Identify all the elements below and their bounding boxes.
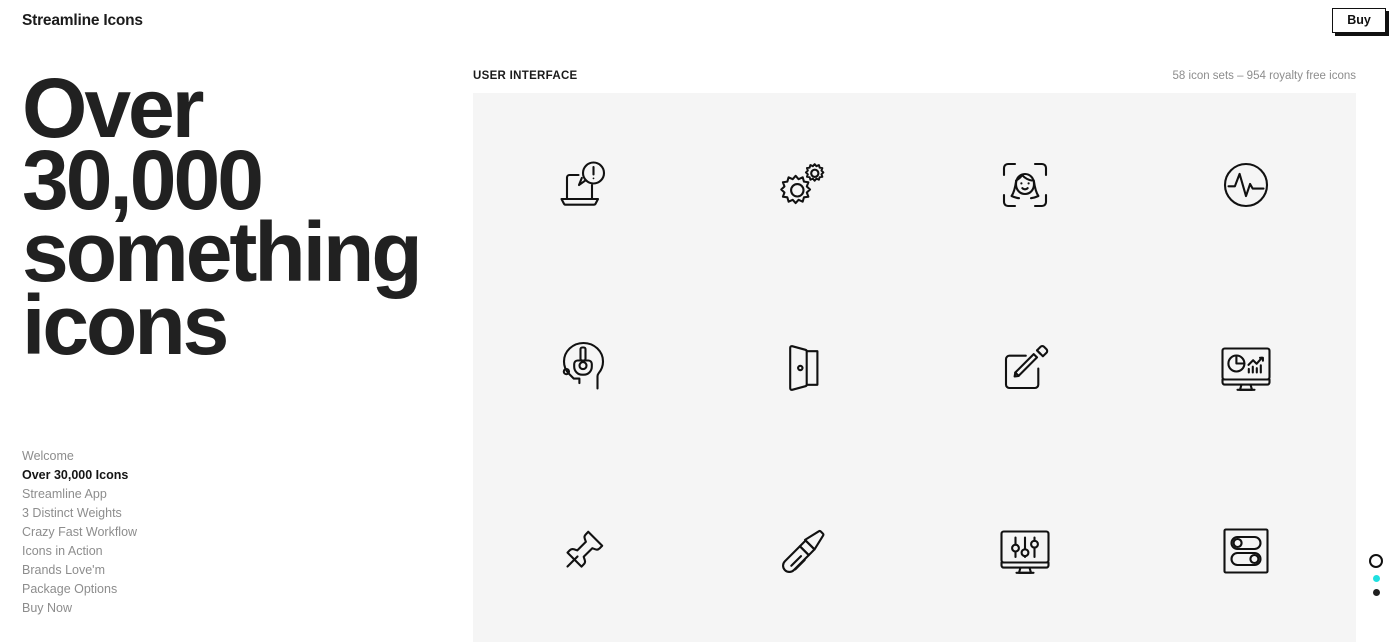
- icon-grid: [473, 93, 1356, 642]
- nav-item-brands-love-m[interactable]: Brands Love'm: [22, 561, 262, 580]
- pager-dot-2[interactable]: [1372, 575, 1380, 582]
- icon-cell-face-id[interactable]: [915, 93, 1136, 276]
- face-id-icon: [994, 154, 1056, 216]
- icon-cell-laptop-alert[interactable]: [473, 93, 694, 276]
- icon-cell-monitor-dashboard[interactable]: [1135, 276, 1356, 459]
- nav-item-welcome[interactable]: Welcome: [22, 447, 262, 466]
- nav-item-icons-in-action[interactable]: Icons in Action: [22, 542, 262, 561]
- icon-cell-edit-pencil[interactable]: [915, 276, 1136, 459]
- nav-item-3-distinct-weights[interactable]: 3 Distinct Weights: [22, 504, 262, 523]
- monitor-sliders-icon: [994, 520, 1056, 582]
- icon-cell-open-door[interactable]: [694, 276, 915, 459]
- monitor-dashboard-icon: [1215, 337, 1277, 399]
- section-nav: Welcome Over 30,000 Icons Streamline App 3 …: [22, 447, 262, 618]
- edit-pencil-icon: [994, 337, 1056, 399]
- toggle-switches-icon: [1215, 520, 1277, 582]
- icon-cell-cogs[interactable]: [694, 93, 915, 276]
- screwdriver-icon: [773, 520, 835, 582]
- icon-cell-headset-support[interactable]: [473, 276, 694, 459]
- nav-item-streamline-app[interactable]: Streamline App: [22, 485, 262, 504]
- pager-dot-3[interactable]: [1372, 589, 1380, 596]
- buy-button[interactable]: Buy: [1332, 8, 1386, 33]
- headset-support-icon: [552, 337, 614, 399]
- push-pin-icon: [552, 520, 614, 582]
- panel-category-label: USER INTERFACE: [473, 70, 578, 82]
- pulse-circle-icon: [1215, 154, 1277, 216]
- brand-title: Streamline Icons: [22, 12, 143, 29]
- icon-cell-push-pin[interactable]: [473, 459, 694, 642]
- panel-meta-label: 58 icon sets – 954 royalty free icons: [1172, 70, 1356, 82]
- pagination-dots: [1364, 554, 1388, 596]
- icon-cell-pulse-circle[interactable]: [1135, 93, 1356, 276]
- nav-item-package-options[interactable]: Package Options: [22, 580, 262, 599]
- icon-cell-screwdriver[interactable]: [694, 459, 915, 642]
- icon-cell-toggle-switches[interactable]: [1135, 459, 1356, 642]
- page-title: Over 30,000 something icons: [22, 61, 423, 372]
- open-door-icon: [773, 337, 835, 399]
- pager-dot-1[interactable]: [1369, 554, 1383, 568]
- icon-cell-monitor-sliders[interactable]: [915, 459, 1136, 642]
- nav-item-over-30-000-icons[interactable]: Over 30,000 Icons: [22, 466, 262, 485]
- cogs-icon: [773, 154, 835, 216]
- hero-section: Over 30,000 something icons: [22, 61, 442, 372]
- nav-item-buy-now[interactable]: Buy Now: [22, 599, 262, 618]
- nav-item-crazy-fast-workflow[interactable]: Crazy Fast Workflow: [22, 523, 262, 542]
- laptop-alert-icon: [552, 154, 614, 216]
